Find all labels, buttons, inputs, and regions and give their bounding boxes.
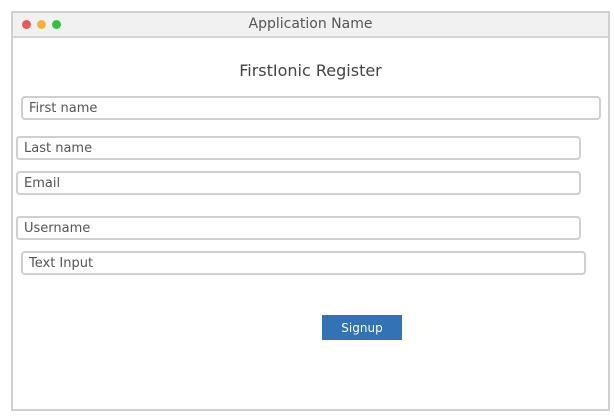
title-bar: Application Name xyxy=(13,13,608,38)
first-name-field[interactable] xyxy=(21,96,601,120)
page-title: FirstIonic Register xyxy=(239,61,382,80)
email-field[interactable] xyxy=(16,171,581,195)
username-field[interactable] xyxy=(16,216,581,240)
signup-button[interactable]: Signup xyxy=(322,315,402,340)
text-input-field[interactable] xyxy=(21,251,586,275)
last-name-field[interactable] xyxy=(16,136,581,160)
app-window: Application Name FirstIonic Register Sig… xyxy=(11,11,610,411)
window-title: Application Name xyxy=(248,16,373,32)
